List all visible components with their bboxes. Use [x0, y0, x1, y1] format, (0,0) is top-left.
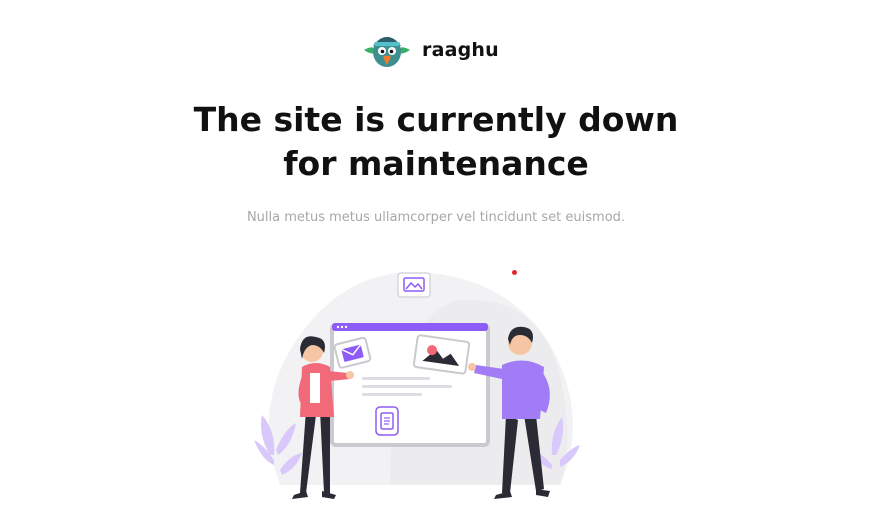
brand-logo[interactable]: raaghu [360, 28, 499, 72]
page-title-line-2: for maintenance [283, 144, 589, 183]
parrot-logo-icon [364, 37, 410, 67]
maintenance-illustration [254, 272, 580, 499]
page-description: Nulla metus metus ullamcorper vel tincid… [246, 210, 626, 225]
page-title: The site is currently down for maintenan… [0, 98, 872, 186]
photo-card-icon [412, 334, 471, 375]
image-icon [397, 272, 431, 298]
page-title-line-1: The site is currently down [193, 100, 679, 139]
brand-name: raaghu [422, 39, 499, 61]
document-icon [375, 406, 399, 436]
